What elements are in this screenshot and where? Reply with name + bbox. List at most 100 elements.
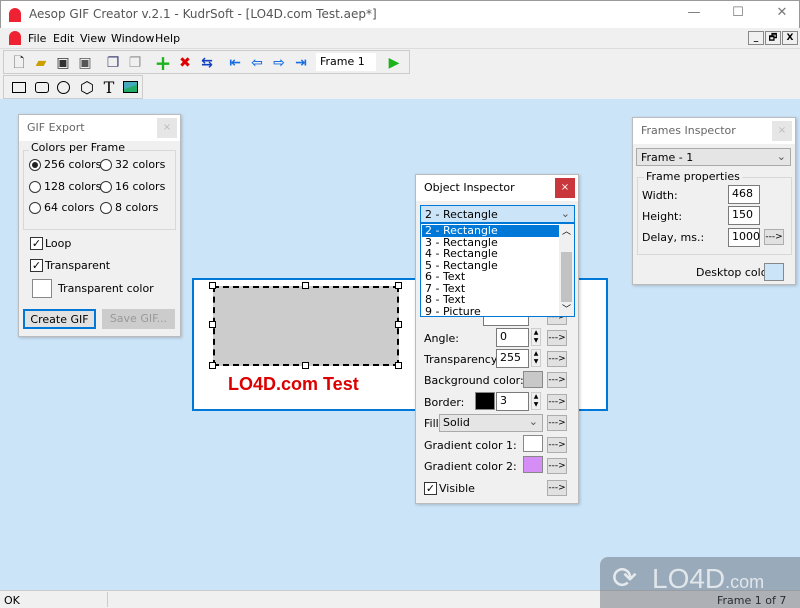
fill-select-value: Solid [443, 416, 470, 429]
save-icon[interactable]: ▣ [54, 54, 72, 72]
resize-handle[interactable] [302, 282, 309, 289]
menu-file[interactable]: File [28, 32, 46, 45]
list-item[interactable]: 6 - Text [422, 271, 560, 283]
loop-checkbox[interactable]: ✓ [30, 237, 43, 250]
list-item[interactable]: 9 - Picture [422, 305, 560, 318]
height-input[interactable]: 150 [728, 206, 760, 225]
text-icon[interactable]: T [100, 79, 118, 97]
delete-frame-icon[interactable]: ✖ [176, 54, 194, 72]
minimize-button[interactable]: — [679, 5, 709, 25]
close-button[interactable]: ✕ [767, 5, 797, 25]
delay-input[interactable]: 1000 [728, 228, 760, 247]
paste-icon[interactable]: ❐ [126, 54, 144, 72]
transparent-color-swatch[interactable] [32, 279, 52, 298]
transparency-spinner[interactable]: ▲ ▼ [531, 349, 541, 367]
menu-edit[interactable]: Edit [53, 32, 74, 45]
border-color-swatch[interactable] [475, 392, 495, 410]
add-frame-icon[interactable]: + [154, 53, 172, 73]
canvas-text[interactable]: LO4D.com Test [228, 374, 359, 395]
radio-icon[interactable] [100, 202, 112, 214]
mdi-restore-button[interactable]: 🗗 [765, 31, 781, 45]
play-icon[interactable]: ▶ [385, 54, 403, 72]
frame-field[interactable]: Frame 1 [316, 53, 376, 71]
last-frame-icon[interactable]: ⇥ [292, 54, 310, 72]
radio-icon[interactable] [100, 181, 112, 193]
apply-gradient-1-button[interactable]: ---> [547, 437, 567, 453]
ellipse-icon[interactable] [57, 81, 70, 94]
next-frame-icon[interactable]: ⇨ [270, 54, 288, 72]
list-item[interactable]: 2 - Rectangle [422, 225, 560, 237]
angle-spinner[interactable]: ▲ ▼ [531, 328, 541, 346]
close-icon[interactable]: × [555, 178, 575, 198]
background-color-swatch[interactable] [523, 371, 543, 388]
panel-header: Object Inspector [416, 175, 578, 201]
fill-select[interactable]: Solid ⌄ [439, 414, 543, 432]
maximize-button[interactable]: ☐ [723, 5, 753, 25]
background-color-label: Background color: [424, 374, 524, 387]
gradient-color-2-label: Gradient color 2: [424, 460, 517, 473]
resize-handle[interactable] [302, 362, 309, 369]
scrollbar-thumb[interactable] [561, 252, 572, 302]
menu-window[interactable]: Window [111, 32, 154, 45]
transparent-checkbox[interactable]: ✓ [30, 259, 43, 272]
menu-help[interactable]: Help [155, 32, 180, 45]
save-as-icon[interactable]: ▣ [76, 54, 94, 72]
apply-background-button[interactable]: ---> [547, 372, 567, 388]
radio-icon[interactable] [100, 159, 112, 171]
apply-delay-button[interactable]: ---> [764, 229, 784, 245]
scroll-down-icon[interactable]: ﹀ [559, 302, 574, 316]
save-gif-button[interactable]: Save GIF... [102, 309, 175, 329]
close-icon[interactable]: × [772, 121, 792, 141]
resize-handle[interactable] [395, 362, 402, 369]
mdi-close-button[interactable]: X [782, 31, 798, 45]
radio-icon[interactable] [29, 202, 41, 214]
document-icon[interactable] [9, 31, 21, 45]
angle-input[interactable]: 0 [496, 328, 529, 347]
resize-handle[interactable] [209, 282, 216, 289]
resize-handle[interactable] [209, 321, 216, 328]
scrollbar[interactable]: ︿ ﹀ [559, 224, 574, 316]
swap-frame-icon[interactable]: ⇆ [198, 54, 216, 72]
frame-select-value: Frame - 1 [641, 151, 694, 164]
gradient-color-2-swatch[interactable] [523, 456, 543, 473]
border-spinner[interactable]: ▲ ▼ [531, 392, 541, 410]
apply-visible-button[interactable]: ---> [547, 480, 567, 496]
radio-icon[interactable] [29, 159, 41, 171]
gradient-color-1-swatch[interactable] [523, 435, 543, 452]
selected-rectangle[interactable] [213, 286, 399, 366]
prev-frame-icon[interactable]: ⇦ [248, 54, 266, 72]
first-frame-icon[interactable]: ⇤ [226, 54, 244, 72]
copy-icon[interactable]: ❐ [104, 54, 122, 72]
picture-icon[interactable] [123, 81, 138, 93]
object-select[interactable]: 2 - Rectangle ⌄ [420, 205, 575, 223]
transparency-input[interactable]: 255 [496, 349, 529, 368]
rectangle-icon[interactable] [12, 82, 26, 93]
list-item[interactable]: 4 - Rectangle [422, 248, 560, 260]
hexagon-icon[interactable]: ⬡ [78, 79, 96, 97]
resize-handle[interactable] [395, 321, 402, 328]
apply-transparency-button[interactable]: ---> [547, 351, 567, 367]
create-gif-button[interactable]: Create GIF [23, 309, 96, 329]
menu-view[interactable]: View [80, 32, 106, 45]
apply-fill-button[interactable]: ---> [547, 415, 567, 431]
object-dropdown-list[interactable]: 2 - Rectangle 3 - Rectangle 4 - Rectangl… [420, 223, 575, 317]
radio-icon[interactable] [29, 181, 41, 193]
resize-handle[interactable] [395, 282, 402, 289]
list-item[interactable]: 8 - Text [422, 294, 560, 306]
apply-border-button[interactable]: ---> [547, 394, 567, 410]
rounded-rectangle-icon[interactable] [35, 82, 49, 93]
visible-checkbox[interactable]: ✓ [424, 482, 437, 495]
scroll-up-icon[interactable]: ︿ [559, 224, 574, 238]
open-icon[interactable]: ▰ [32, 54, 50, 72]
mdi-minimize-button[interactable]: _ [748, 31, 764, 45]
frame-select[interactable]: Frame - 1 ⌄ [636, 148, 791, 166]
new-icon[interactable]: 🗋 [10, 54, 28, 72]
apply-gradient-2-button[interactable]: ---> [547, 458, 567, 474]
close-icon[interactable]: × [157, 118, 177, 138]
border-label: Border: [424, 396, 465, 409]
apply-angle-button[interactable]: ---> [547, 330, 567, 346]
border-input[interactable]: 3 [496, 392, 529, 411]
resize-handle[interactable] [209, 362, 216, 369]
width-input[interactable]: 468 [728, 185, 760, 204]
desktop-color-swatch[interactable] [764, 263, 784, 281]
